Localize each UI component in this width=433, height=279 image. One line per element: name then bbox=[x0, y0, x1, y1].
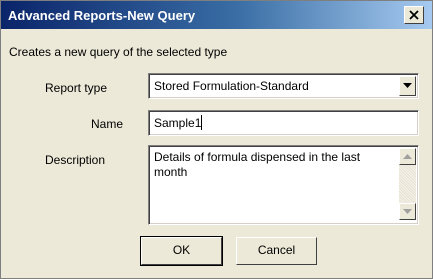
description-label: Description bbox=[45, 153, 106, 167]
description-textarea[interactable]: Details of formula dispensed in the last… bbox=[148, 145, 419, 225]
report-type-dropdown-button[interactable] bbox=[399, 76, 416, 96]
name-value: Sample1 bbox=[154, 116, 202, 130]
description-scrollbar[interactable] bbox=[399, 148, 416, 220]
arrow-up-icon bbox=[403, 154, 412, 159]
close-x-icon bbox=[409, 10, 419, 20]
ok-button[interactable]: OK bbox=[140, 236, 223, 266]
arrow-down-icon bbox=[403, 209, 412, 214]
text-caret bbox=[201, 115, 202, 130]
report-type-value: Stored Formulation-Standard bbox=[154, 79, 309, 93]
name-label: Name bbox=[91, 117, 124, 131]
dialog-window: Advanced Reports-New Query Creates a new… bbox=[0, 0, 433, 279]
intro-text: Creates a new query of the selected type bbox=[9, 45, 228, 59]
description-value: Details of formula dispensed in the last… bbox=[154, 150, 361, 179]
chevron-down-icon bbox=[403, 83, 412, 88]
scroll-up-button[interactable] bbox=[399, 148, 416, 165]
report-type-select[interactable]: Stored Formulation-Standard bbox=[148, 73, 419, 99]
title-bar[interactable]: Advanced Reports-New Query bbox=[1, 1, 432, 29]
name-field[interactable]: Sample1 bbox=[148, 110, 419, 136]
close-button[interactable] bbox=[404, 6, 424, 24]
report-type-label: Report type bbox=[45, 81, 108, 95]
scroll-down-button[interactable] bbox=[399, 203, 416, 220]
window-title: Advanced Reports-New Query bbox=[8, 8, 196, 23]
cancel-button[interactable]: Cancel bbox=[236, 237, 317, 265]
